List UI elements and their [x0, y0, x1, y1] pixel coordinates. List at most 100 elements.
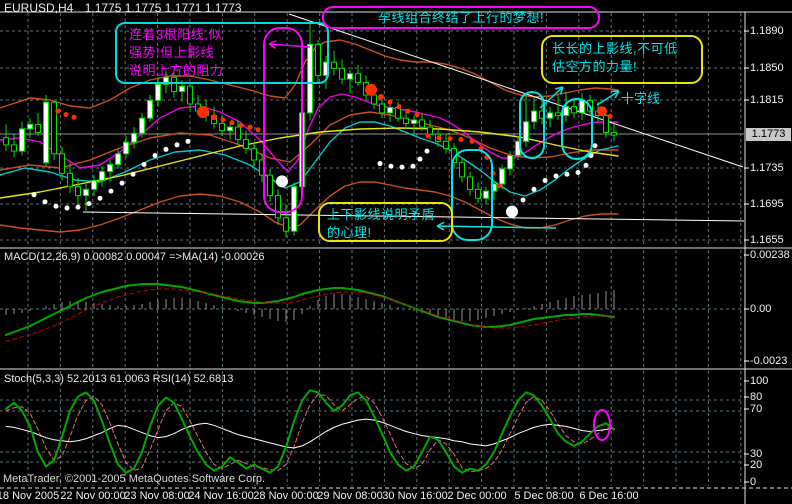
sar-dot-red — [197, 105, 209, 118]
candle-body — [243, 139, 249, 149]
sar-dot-white — [97, 195, 103, 201]
candle-body — [427, 126, 433, 135]
sar-dot-white — [553, 173, 559, 179]
annotation-line: 估空方的力量! — [552, 59, 638, 74]
sar-dot-red — [396, 104, 402, 110]
copyright-text: MetaTrader, ©2001-2005 MetaQuotes Softwa… — [3, 473, 266, 485]
sar-dot-white — [506, 205, 518, 218]
candle-body — [123, 141, 129, 155]
sar-dot-white — [583, 162, 589, 168]
sar-dot-white — [564, 171, 570, 177]
sar-dot-red — [607, 113, 613, 119]
annotation-harami-pattern[interactable]: 孕线组合终结了上行的梦想! — [322, 6, 600, 29]
candle-body — [355, 73, 361, 84]
candle-body — [91, 179, 97, 190]
candle-body — [83, 188, 89, 197]
sar-dot-white — [417, 156, 423, 162]
candle-body — [403, 117, 409, 125]
sar-dot-white — [388, 163, 394, 169]
candle-body — [387, 107, 393, 114]
time-axis-label: 28 Nov 00:00 — [253, 490, 319, 502]
sar-dot-white — [75, 204, 81, 210]
sar-dot-white — [108, 188, 114, 194]
sar-dot-white — [141, 161, 147, 167]
macd-axis-label: 0.00238 — [750, 249, 790, 261]
sar-dot-white — [185, 138, 191, 144]
stoch-axis-label: 20 — [750, 459, 763, 471]
sar-dot-white — [520, 197, 526, 203]
sar-dot-red — [365, 83, 377, 96]
sar-dot-red — [255, 127, 261, 133]
sar-dot-white — [575, 169, 581, 175]
price-axis-label: 1.1735 — [750, 162, 784, 174]
annotation-upper-lower-shadow[interactable]: 上下影线说明矛盾 的心理! — [318, 202, 453, 242]
sar-dot-white — [377, 161, 383, 167]
sar-dot-white — [42, 199, 48, 205]
sar-dot-red — [55, 108, 61, 114]
candle-body — [59, 153, 65, 174]
candle-body — [155, 83, 161, 101]
candle-body — [475, 188, 481, 199]
sar-dot-red — [405, 108, 411, 114]
annotation-long-upper-shadow[interactable]: 长长的上影线,不可低 估空方的力量! — [541, 35, 703, 84]
sar-dot-white — [399, 164, 405, 170]
sar-dot-red — [469, 138, 475, 144]
candle-body — [131, 132, 137, 143]
sar-dot-white — [174, 142, 180, 148]
annotation-three-bull-candles[interactable]: 连着3根阳线,似 强势!但上影线 说明上方的阻力 — [115, 22, 329, 84]
candle-body — [331, 61, 337, 69]
candle-body — [67, 172, 73, 188]
macd-indicator-label: MACD(12,26,9) 0.00082 0.00047 =>MA(14) -… — [4, 251, 265, 263]
macd-axis-label: 0.00 — [750, 303, 772, 315]
sar-dot-white — [163, 146, 169, 152]
time-axis-label: 30 Nov 16:00 — [382, 490, 448, 502]
candle-body — [611, 131, 617, 136]
sar-dot-red — [229, 120, 235, 126]
sar-dot-red — [597, 106, 607, 117]
candle-body — [603, 115, 609, 133]
time-axis-label: 29 Nov 08:00 — [317, 490, 383, 502]
symbol-period-label: EURUSD,H4 — [4, 1, 74, 15]
candle-body — [339, 67, 345, 80]
sar-dot-red — [447, 136, 453, 142]
time-axis-label: 6 Dec 16:00 — [579, 490, 639, 502]
annotation-doji-label[interactable]: 十字线 — [621, 88, 660, 107]
candle-body — [507, 155, 513, 170]
candle-body — [51, 101, 57, 155]
candle-body — [283, 217, 289, 232]
candle-body — [75, 186, 81, 197]
sar-dot-white — [119, 180, 125, 186]
candle-body — [483, 190, 489, 199]
candle-body — [275, 195, 281, 219]
candle-body — [139, 117, 145, 134]
candle-body — [187, 85, 193, 105]
candle-body — [235, 126, 241, 141]
candle-body — [219, 123, 225, 132]
sar-dot-white — [64, 205, 70, 211]
time-axis-label: 5 Dec 08:00 — [514, 490, 574, 502]
candle-body — [467, 176, 473, 190]
candle-body — [571, 106, 577, 114]
sar-dot-red — [71, 114, 77, 120]
annotation-arrowhead — [610, 90, 620, 93]
sar-dot-white — [31, 192, 37, 198]
sar-dot-white — [592, 143, 598, 149]
candle-body — [115, 153, 121, 165]
macd-signal-line — [5, 288, 615, 342]
annotation-line: 的心理! — [327, 225, 372, 240]
ohlc-values: 1.1775 1.1775 1.1771 1.1773 — [84, 1, 242, 15]
candle-body — [179, 85, 185, 92]
candle-body — [19, 128, 25, 152]
price-axis-label: 1.1890 — [750, 25, 784, 37]
sar-dot-red — [425, 133, 431, 139]
candle-body — [395, 107, 401, 119]
candle-body — [267, 174, 273, 197]
candle-body — [43, 101, 49, 164]
candle-body — [579, 99, 585, 114]
annotation-line: 长长的上影线,不可低 — [552, 41, 678, 56]
current-price-tag: 1.1773 — [746, 128, 791, 141]
candle-body — [523, 121, 529, 142]
annotation-line: 说明上方的阻力 — [129, 63, 224, 78]
sar-dot-red — [220, 117, 226, 123]
macd-axis-label: -0.0023 — [750, 355, 788, 367]
